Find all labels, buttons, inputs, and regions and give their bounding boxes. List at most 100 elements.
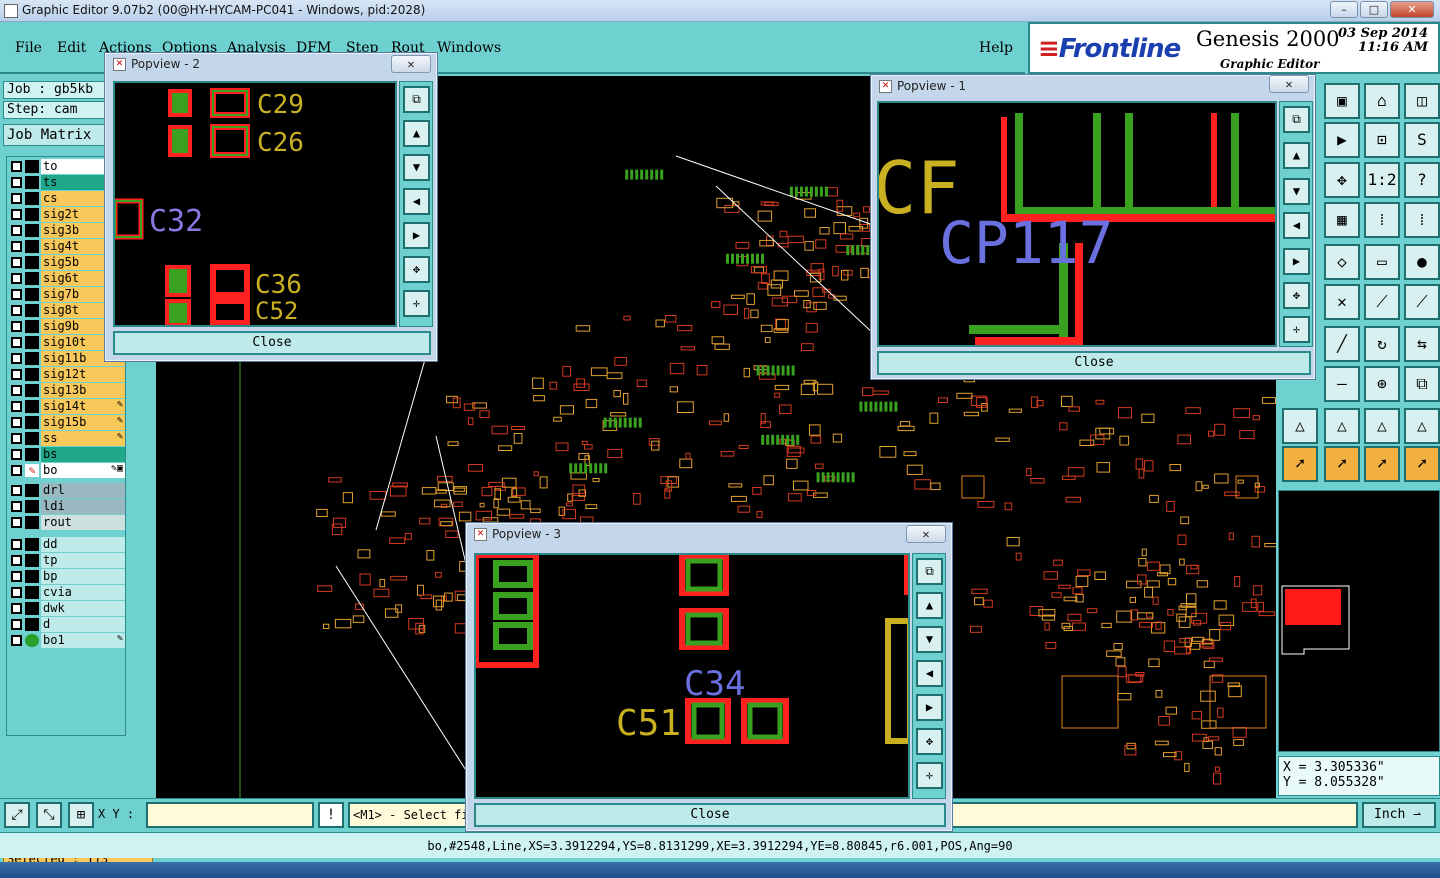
pv-right-icon[interactable]: ▶ [1283, 248, 1310, 275]
layer-tool-icon[interactable]: ⁞ [1364, 202, 1400, 238]
layer-checkbox[interactable] [11, 433, 22, 444]
layer-checkbox[interactable] [11, 465, 22, 476]
query-tool-icon[interactable]: ? [1404, 162, 1440, 198]
minimize-button[interactable]: – [1330, 1, 1358, 18]
overview-map[interactable] [1278, 490, 1440, 752]
pad-tool-icon[interactable]: ● [1404, 244, 1440, 280]
menu-file[interactable]: File [15, 40, 42, 56]
popview-1-window[interactable]: ✕ Popview - 1 ✕ CF CP117 ⧉ ▲ ▼ ◀ ▶ ✥ ✛ C… [870, 74, 1316, 380]
pv-zoom-in-icon[interactable]: ✥ [916, 728, 943, 755]
layer-checkbox[interactable] [11, 369, 22, 380]
popview-3-window[interactable]: ✕ Popview - 3 ✕ C34 C51 ⧉ ▲ ▼ ◀ ▶ ✥ ✛ Cl… [465, 522, 953, 832]
zoom-in-icon[interactable]: ⤢ [4, 802, 30, 828]
popview-1-close-button[interactable]: Close [877, 351, 1311, 375]
pv-up-icon[interactable]: ▲ [403, 120, 430, 147]
layer-checkbox[interactable] [11, 257, 22, 268]
layer-row-bo[interactable]: ✎ bo ✎▣ [9, 463, 125, 478]
layer-checkbox[interactable] [11, 587, 22, 598]
pv-left-icon[interactable]: ◀ [403, 188, 430, 215]
layer-checkbox[interactable] [11, 337, 22, 348]
pv-zoom-in-icon[interactable]: ✥ [1283, 282, 1310, 309]
layer-checkbox[interactable] [11, 209, 22, 220]
message-alert-icon[interactable]: ! [318, 802, 344, 828]
layer-row-bp[interactable]: bp [9, 569, 125, 584]
grid-icon[interactable]: ⊞ [68, 802, 94, 828]
pv-zoom-out-icon[interactable]: ✛ [1283, 316, 1310, 343]
layer-checkbox[interactable] [11, 161, 22, 172]
layer-row-dd[interactable]: dd [9, 537, 125, 552]
home-tool-icon[interactable]: ⌂ [1364, 83, 1400, 119]
menu-edit[interactable]: Edit [57, 40, 86, 56]
layer-checkbox[interactable] [11, 619, 22, 630]
display-tool-icon[interactable]: ▣ [1324, 83, 1360, 119]
layer-checkbox[interactable] [11, 635, 22, 646]
pv-right-icon[interactable]: ▶ [916, 694, 943, 721]
window-tool-icon[interactable]: ◫ [1404, 83, 1440, 119]
layer-row-ldi[interactable]: ldi [9, 499, 125, 514]
pv-left-icon[interactable]: ◀ [1283, 212, 1310, 239]
line-tool-2-icon[interactable]: ⟋ [1404, 284, 1440, 320]
select-box-icon[interactable]: ➚ [1324, 446, 1360, 482]
mirror-tool-icon[interactable]: ⇆ [1404, 326, 1440, 362]
popview-3-close-button[interactable]: Close [474, 803, 946, 827]
layer-checkbox[interactable] [11, 385, 22, 396]
layer-checkbox[interactable] [11, 305, 22, 316]
pv-down-icon[interactable]: ▼ [403, 154, 430, 181]
layer-row-d[interactable]: d [9, 617, 125, 632]
arc-tool-icon[interactable]: ↻ [1364, 326, 1400, 362]
layer-checkbox[interactable] [11, 401, 22, 412]
pv-up-icon[interactable]: ▲ [1283, 142, 1310, 169]
layer-checkbox[interactable] [11, 241, 22, 252]
layer-checkbox[interactable] [11, 571, 22, 582]
cross-tool-icon[interactable]: ✕ [1324, 284, 1360, 320]
move-tool-icon[interactable]: ⊕ [1364, 366, 1400, 402]
select-arrow-icon[interactable]: ➚ [1282, 446, 1318, 482]
popview-1-close-icon[interactable]: ✕ [1269, 75, 1309, 93]
layer-row-sig12t[interactable]: sig12t [9, 367, 125, 382]
layer-checkbox[interactable] [11, 289, 22, 300]
zoom-out-icon[interactable]: ⤡ [36, 802, 62, 828]
layer-checkbox[interactable] [11, 225, 22, 236]
layer-checkbox[interactable] [11, 177, 22, 188]
line-tool-icon[interactable]: ⟋ [1364, 284, 1400, 320]
pv-zoom-out-icon[interactable]: ✛ [403, 290, 430, 317]
layer-checkbox[interactable] [11, 417, 22, 428]
pv-down-icon[interactable]: ▼ [916, 626, 943, 653]
layer-checkbox[interactable] [11, 193, 22, 204]
layer-checkbox[interactable] [11, 501, 22, 512]
menu-windows[interactable]: Windows [437, 40, 501, 56]
select-circle-icon[interactable]: ➚ [1364, 446, 1400, 482]
draw-line-icon[interactable]: ╱ [1324, 326, 1360, 362]
menu-help[interactable]: Help [979, 40, 1013, 56]
pan-right-icon[interactable]: ▶ [1324, 122, 1360, 158]
layer-checkbox[interactable] [11, 321, 22, 332]
popview-2-window[interactable]: ✕ Popview - 2 ✕ C29 C26 C32 C36 C52 ⧉ ▲ … [104, 52, 438, 362]
popview-2-close-icon[interactable]: ✕ [391, 55, 431, 73]
pv-left-icon[interactable]: ◀ [916, 660, 943, 687]
pv-up-icon[interactable]: ▲ [916, 592, 943, 619]
popview-2-close-button[interactable]: Close [113, 331, 431, 355]
layer-row-sig14t[interactable]: sig14t ✎ [9, 399, 125, 414]
layer-row-dwk[interactable]: dwk [9, 601, 125, 616]
layer-checkbox[interactable] [11, 273, 22, 284]
scale-tool-icon[interactable]: 1:2 [1364, 162, 1400, 198]
layer-row-sig13b[interactable]: sig13b [9, 383, 125, 398]
layer-row-bs[interactable]: bs [9, 447, 125, 462]
grid-tool-icon[interactable]: ▦ [1324, 202, 1360, 238]
triangle-tool-3-icon[interactable]: △ [1404, 408, 1440, 444]
pv-fit-icon[interactable]: ⧉ [916, 558, 943, 585]
layer-row-ss[interactable]: ss ✎ [9, 431, 125, 446]
layer-row-rout[interactable]: rout [9, 515, 125, 530]
triangle-tool-icon[interactable]: △ [1324, 408, 1360, 444]
layer-tool-2-icon[interactable]: ⁞ [1404, 202, 1440, 238]
popview-3-close-icon[interactable]: ✕ [906, 525, 946, 543]
close-button[interactable]: ✕ [1390, 1, 1434, 18]
layer-checkbox[interactable] [11, 485, 22, 496]
snap-tool-icon[interactable]: S [1404, 122, 1440, 158]
select-net-icon[interactable]: ➚ [1404, 446, 1440, 482]
layer-row-bo1[interactable]: bo1 ✎ [9, 633, 125, 648]
layer-checkbox[interactable] [11, 539, 22, 550]
ruler-tool-icon[interactable]: ▭ [1364, 244, 1400, 280]
layer-row-sig15b[interactable]: sig15b ✎ [9, 415, 125, 430]
pv-right-icon[interactable]: ▶ [403, 222, 430, 249]
